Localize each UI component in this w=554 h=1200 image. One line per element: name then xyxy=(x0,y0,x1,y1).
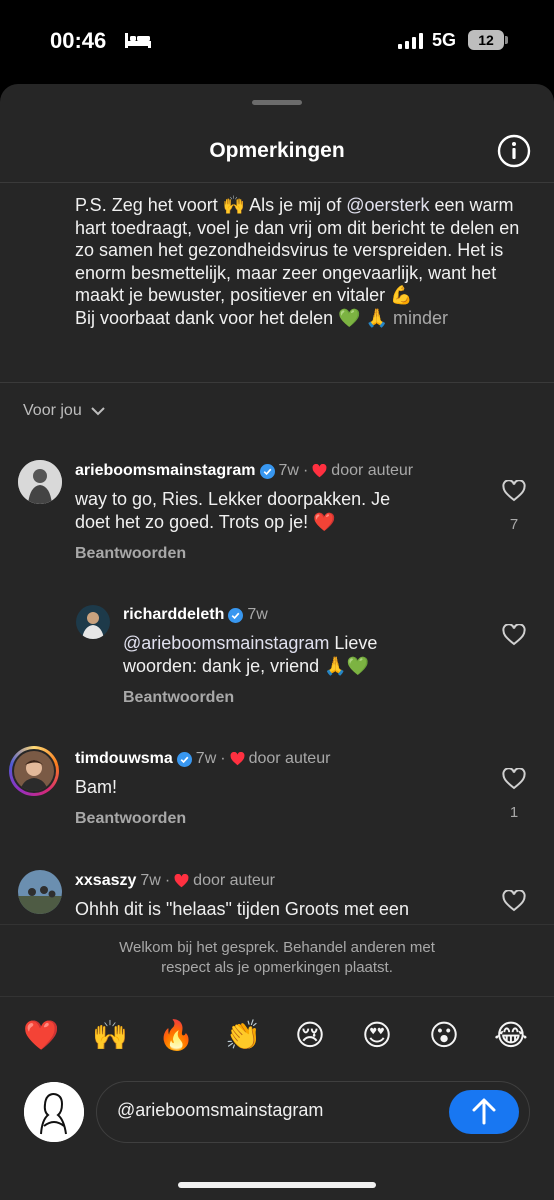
comment-text: @arieboomsmainstagram Lieve woorden: dan… xyxy=(123,632,423,678)
emoji-clapping-button[interactable]: 👏 xyxy=(221,1014,265,1058)
caption-text: P.S. Zeg het voort 🙌 Als je mij of xyxy=(75,195,347,215)
author-liked-label: door auteur xyxy=(331,462,414,479)
comment-time: 7w xyxy=(278,462,299,479)
user-photo-icon xyxy=(18,870,62,914)
heart-icon[interactable] xyxy=(502,890,526,912)
author-heart-icon xyxy=(174,874,189,888)
emoji-surprised-button[interactable]: 😮 xyxy=(422,1014,466,1058)
comments-sheet: Opmerkingen P.S. Zeg het voort 🙌 Als je … xyxy=(0,84,554,1200)
verified-badge-icon xyxy=(176,751,192,767)
comment-username[interactable]: richarddeleth xyxy=(123,606,224,624)
network-type: 5G xyxy=(432,30,457,50)
comment-sort-filter[interactable]: Voor jou xyxy=(23,402,106,420)
header-divider xyxy=(0,182,554,183)
post-caption: P.S. Zeg het voort 🙌 Als je mij of @oers… xyxy=(75,194,530,329)
caption-divider xyxy=(0,382,554,383)
emoji-raising-hands-button[interactable]: 🙌 xyxy=(88,1014,132,1058)
heart-icon[interactable] xyxy=(502,768,526,790)
filter-label: Voor jou xyxy=(23,402,82,419)
sleep-focus-icon xyxy=(125,33,151,48)
arrow-up-icon xyxy=(472,1098,496,1125)
comment-mention[interactable]: @arieboomsmainstagram xyxy=(123,633,329,653)
verified-badge-icon xyxy=(259,463,275,479)
comment-input-value[interactable]: @arieboomsmainstagram xyxy=(117,1100,323,1121)
comment-item: xxsaszy 7w · door auteur Ohhh dit is "he… xyxy=(0,864,554,924)
comment-time: 7w xyxy=(140,872,161,889)
caption-thanks: Bij voorbaat dank voor het delen 💚 🙏 xyxy=(75,307,388,328)
sheet-grabber[interactable] xyxy=(252,100,302,105)
emoji-heart-eyes-button[interactable]: 😍 xyxy=(355,1014,399,1058)
comment-text: Bam! xyxy=(75,777,118,797)
user-sketch-icon xyxy=(24,1082,84,1142)
reply-button[interactable]: Beantwoorden xyxy=(75,545,186,563)
status-bar: 00:46 5G 12 xyxy=(0,0,554,84)
comment-input-field[interactable]: @arieboomsmainstagram xyxy=(96,1081,530,1143)
caption-less-link[interactable]: minder xyxy=(393,308,448,328)
story-ring-avatar[interactable] xyxy=(9,746,59,796)
comment-time: 7w xyxy=(195,750,217,767)
verified-badge-icon xyxy=(228,607,244,623)
quick-emoji-bar: ❤️ 🙌 🔥 👏 😢 😍 😮 😂 xyxy=(0,1014,554,1064)
author-liked-label: door auteur xyxy=(193,872,276,889)
comment-text: way to go, Ries. Lekker doorpakken. Je d… xyxy=(75,489,391,532)
home-indicator[interactable] xyxy=(178,1182,376,1188)
battery-icon: 12 xyxy=(468,30,504,50)
author-heart-icon xyxy=(312,464,327,478)
welcome-top-divider xyxy=(0,924,554,925)
separator-dot: · xyxy=(164,872,171,889)
author-heart-icon xyxy=(230,752,244,766)
comment-time: 7w xyxy=(247,606,268,623)
separator-dot: · xyxy=(220,750,226,767)
comment-username[interactable]: arieboomsmainstagram xyxy=(75,462,256,480)
reply-button[interactable]: Beantwoorden xyxy=(123,689,234,707)
user-photo-icon xyxy=(14,751,54,791)
welcome-notice: Welkom bij het gesprek. Behandel anderen… xyxy=(0,938,554,996)
chevron-down-icon xyxy=(91,407,105,416)
comment-username[interactable]: xxsaszy xyxy=(75,872,136,890)
author-liked-label: door auteur xyxy=(248,750,331,767)
user-photo-icon xyxy=(76,605,110,639)
heart-icon[interactable] xyxy=(502,480,526,502)
comment-username[interactable]: timdouwsma xyxy=(75,750,173,768)
clock: 00:46 xyxy=(50,28,107,53)
heart-icon[interactable] xyxy=(502,624,526,646)
avatar[interactable] xyxy=(18,460,62,504)
reply-button[interactable]: Beantwoorden xyxy=(75,810,186,828)
emoji-heart-button[interactable]: ❤️ xyxy=(19,1014,63,1058)
like-count: 7 xyxy=(509,516,519,533)
send-button[interactable] xyxy=(449,1090,519,1134)
caption-mention[interactable]: @oersterk xyxy=(346,195,429,215)
separator-dot: · xyxy=(302,462,309,479)
like-count: 1 xyxy=(509,804,519,821)
emoji-fire-button[interactable]: 🔥 xyxy=(154,1014,198,1058)
own-avatar xyxy=(24,1082,84,1142)
user-photo-icon xyxy=(18,460,62,504)
info-icon[interactable] xyxy=(497,134,531,168)
emoji-laughing-button[interactable]: 😂 xyxy=(489,1014,533,1058)
cellular-signal-icon xyxy=(398,33,423,49)
avatar[interactable] xyxy=(76,605,110,639)
sheet-title: Opmerkingen xyxy=(209,139,345,162)
comment-text: Ohhh dit is "helaas" tijden Groots met e… xyxy=(75,899,409,919)
avatar[interactable] xyxy=(18,870,62,914)
welcome-bottom-divider xyxy=(0,996,554,997)
welcome-line-1: Welkom bij het gesprek. Behandel anderen… xyxy=(119,939,435,956)
emoji-crying-button[interactable]: 😢 xyxy=(288,1014,332,1058)
welcome-line-2: respect als je opmerkingen plaatst. xyxy=(161,959,393,976)
battery-tip xyxy=(505,36,508,44)
